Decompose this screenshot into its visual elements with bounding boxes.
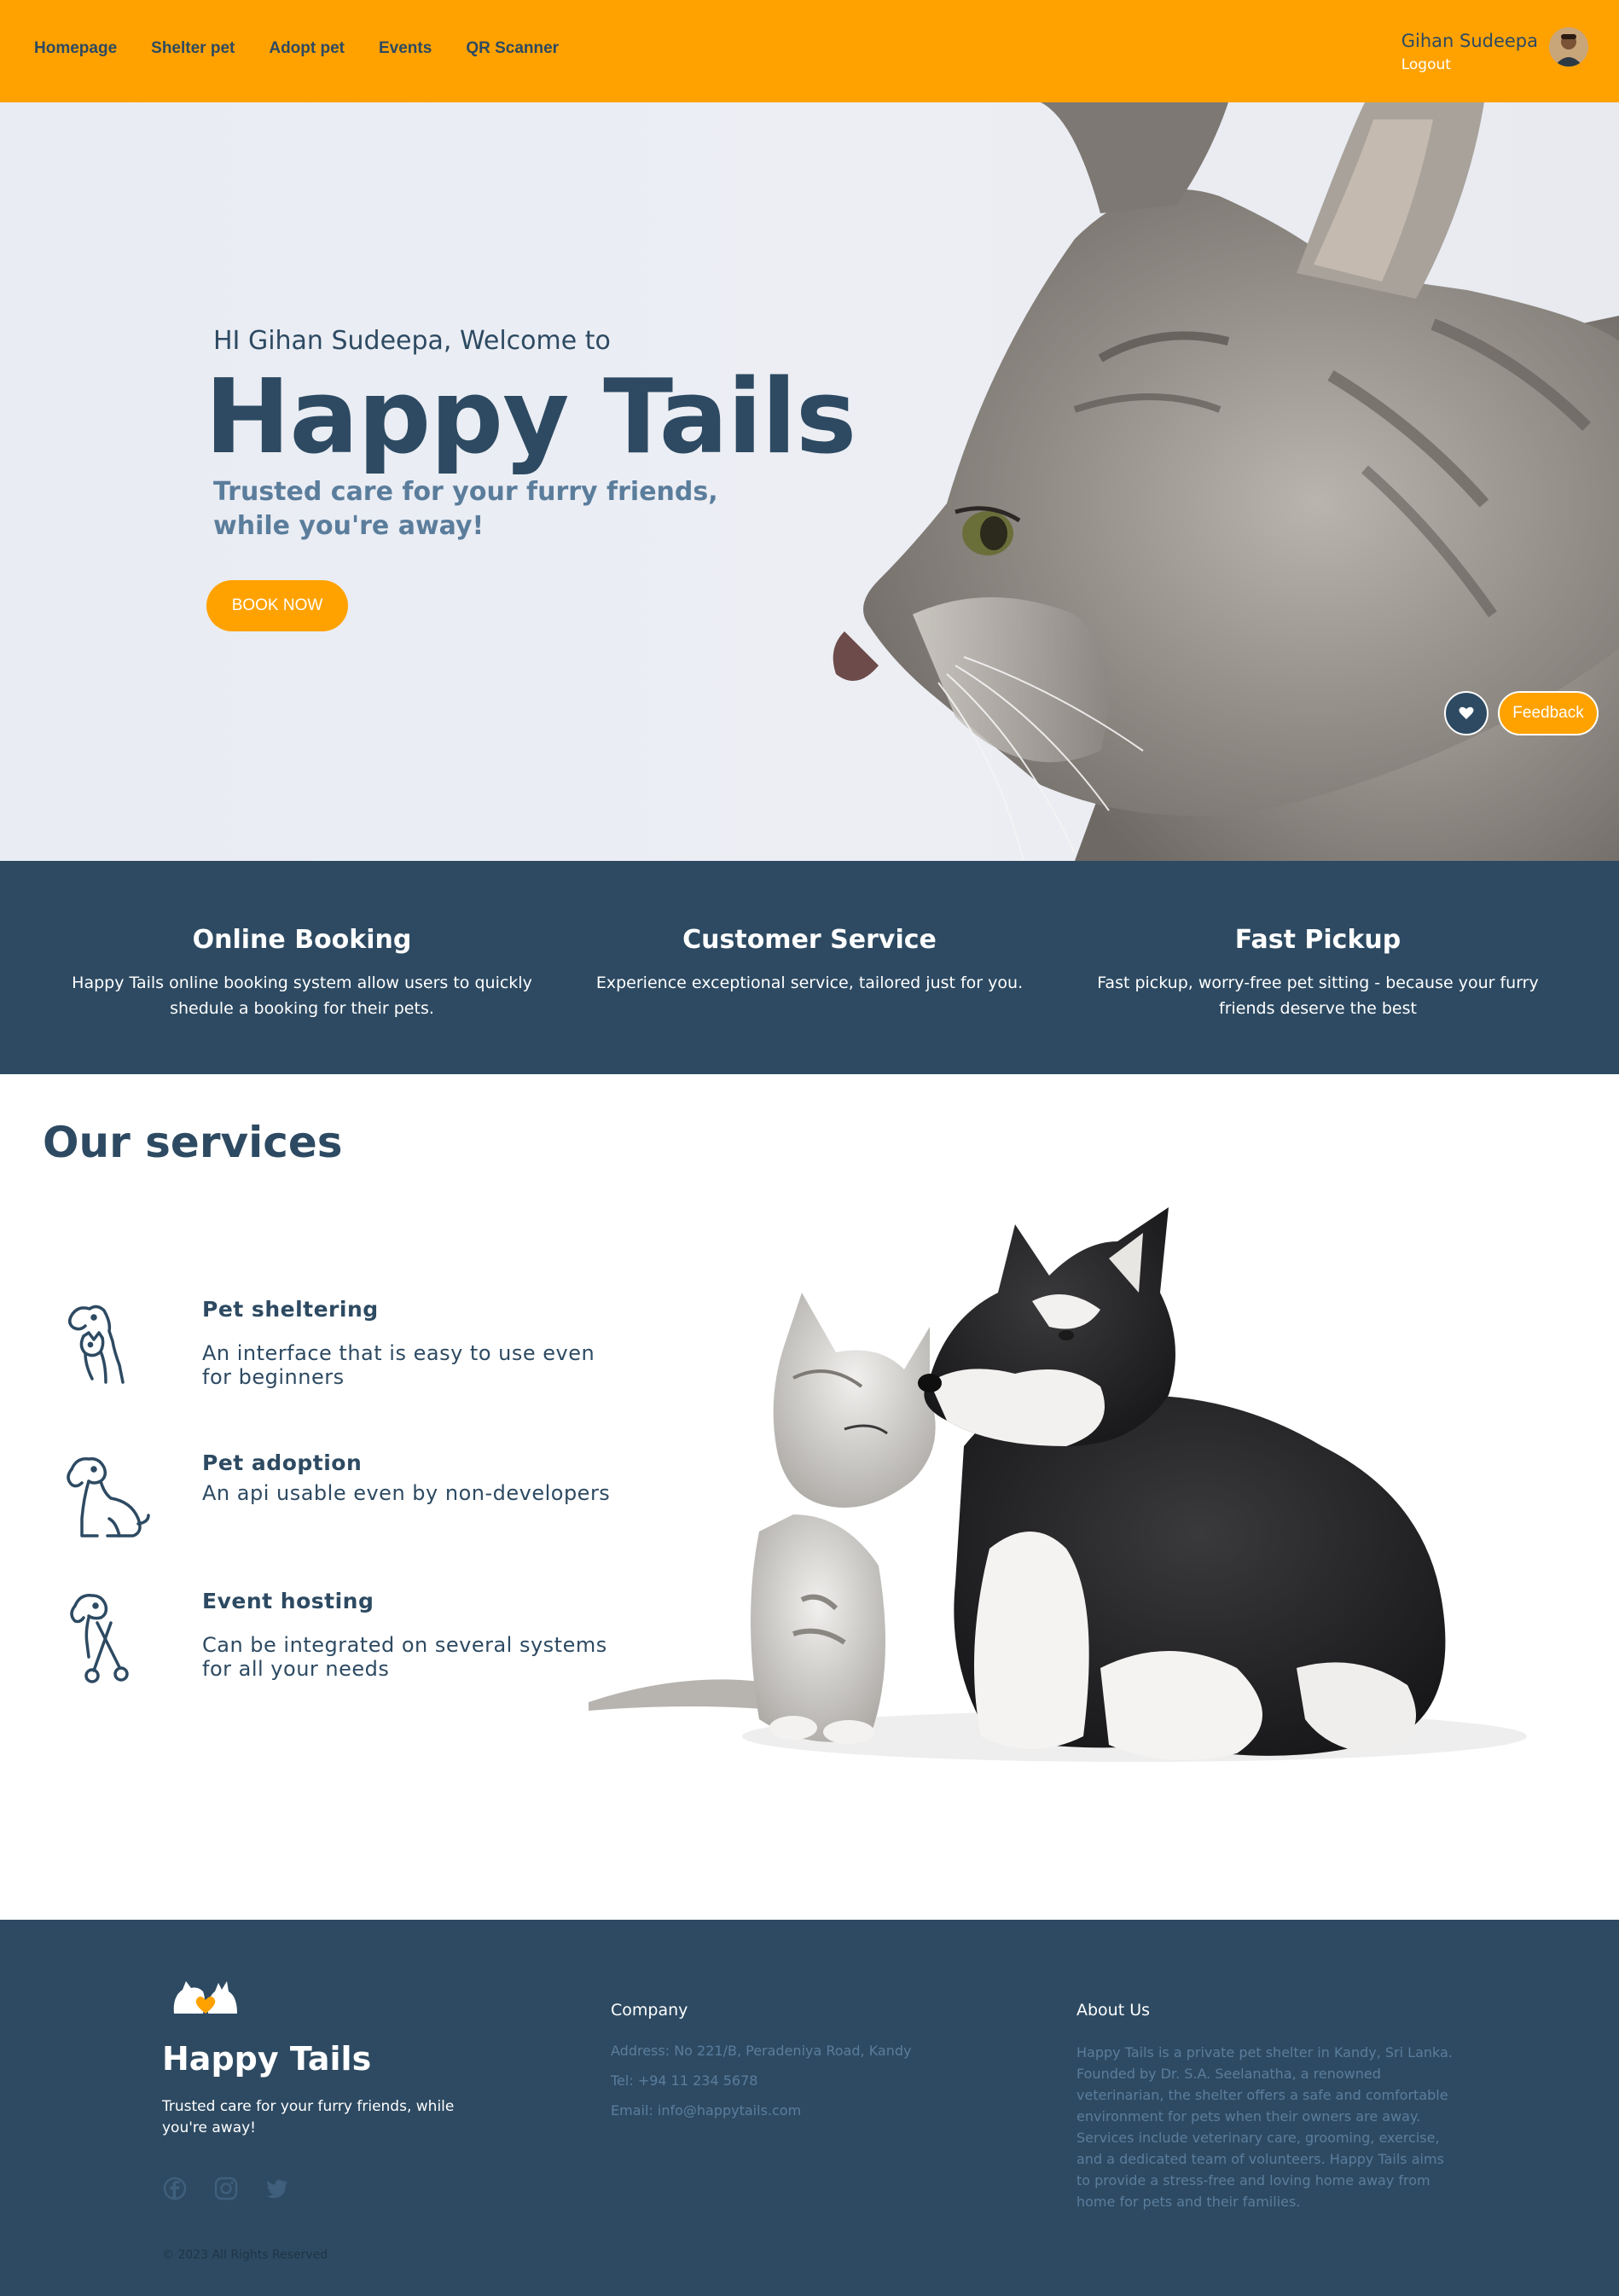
service-desc: An interface that is easy to use even fo…: [202, 1341, 595, 1389]
feature-title: Fast Pickup: [1234, 925, 1401, 955]
dog-grooming-icon: [70, 1594, 129, 1683]
nav-link-qr-scanner[interactable]: QR Scanner: [466, 39, 559, 58]
footer-brand: Happy Tails: [162, 2040, 372, 2078]
instagram-icon[interactable]: [213, 2176, 239, 2201]
heart-icon: [1459, 706, 1474, 719]
footer-about-title: About Us: [1076, 2001, 1151, 2020]
feature-title: Customer Service: [682, 925, 937, 955]
features-band: Online Booking Happy Tails online bookin…: [0, 861, 1619, 1074]
book-now-button[interactable]: BOOK NOW: [206, 580, 348, 631]
feature-text: Experience exceptional service, tailored…: [595, 974, 1024, 992]
avatar[interactable]: [1549, 27, 1588, 67]
footer-email[interactable]: Email: info@happytails.com: [611, 2102, 801, 2119]
feature-customer-service: Customer Service Experience exceptional …: [571, 925, 1048, 996]
user-name: Gihan Sudeepa: [1401, 31, 1538, 51]
hero-section: HI Gihan Sudeepa, Welcome to Happy Tails…: [0, 102, 1619, 861]
service-event-hosting: Event hosting Can be integrated on sever…: [60, 1589, 623, 1700]
favorite-button[interactable]: [1444, 691, 1488, 735]
footer-company-title: Company: [611, 2001, 688, 2020]
sitting-dog-icon: [67, 1456, 150, 1537]
nav-link-shelter-pet[interactable]: Shelter pet: [151, 39, 235, 58]
hero-title: Happy Tails: [205, 358, 856, 477]
service-title: Pet sheltering: [202, 1297, 379, 1322]
dog-cat-icon: [68, 1305, 125, 1384]
logout-link[interactable]: Logout: [1401, 56, 1538, 73]
kitten-and-puppy-image: [589, 1207, 1527, 1762]
feedback-button[interactable]: Feedback: [1498, 691, 1599, 735]
feature-text: Fast pickup, worry-free pet sitting - be…: [1097, 974, 1539, 1018]
service-title: Event hosting: [202, 1589, 374, 1613]
feature-fast-pickup: Fast Pickup Fast pickup, worry-free pet …: [1079, 925, 1557, 1021]
services-title: Our services: [43, 1118, 343, 1167]
cat-profile-image: [833, 102, 1619, 861]
hero-subtitle: Trusted care for your furry friends, whi…: [213, 477, 718, 541]
nav-link-homepage[interactable]: Homepage: [34, 39, 117, 58]
service-title: Pet adoption: [202, 1450, 363, 1475]
feature-online-booking: Online Booking Happy Tails online bookin…: [63, 925, 541, 1021]
nav-link-adopt-pet[interactable]: Adopt pet: [269, 39, 345, 58]
facebook-icon[interactable]: [162, 2176, 188, 2201]
hero-greeting: HI Gihan Sudeepa, Welcome to: [213, 326, 611, 356]
user-block: Gihan Sudeepa Logout: [1401, 31, 1538, 73]
footer: Happy Tails Trusted care for your furry …: [0, 1920, 1619, 2296]
footer-about-text: Happy Tails is a private pet shelter in …: [1076, 2044, 1453, 2210]
service-pet-sheltering: Pet sheltering An interface that is easy…: [60, 1297, 623, 1425]
happy-tails-logo: [173, 1981, 237, 2014]
footer-address: Address: No 221/B, Peradeniya Road, Kand…: [611, 2043, 912, 2059]
footer-tel[interactable]: Tel: +94 11 234 5678: [611, 2072, 757, 2089]
copyright: © 2023 All Rights Reserved: [162, 2248, 328, 2262]
nav-links: Homepage Shelter pet Adopt pet Events QR…: [34, 39, 593, 58]
nav-link-events[interactable]: Events: [379, 39, 432, 58]
top-navbar: Homepage Shelter pet Adopt pet Events QR…: [0, 0, 1619, 102]
feature-text: Happy Tails online booking system allow …: [72, 974, 532, 1018]
service-desc: Can be integrated on several systems for…: [202, 1633, 607, 1681]
service-pet-adoption: Pet adoption An api usable even by non-d…: [60, 1450, 623, 1561]
feature-title: Online Booking: [192, 925, 412, 955]
footer-tagline: Trusted care for your furry friends, whi…: [162, 2098, 455, 2136]
service-desc: An api usable even by non-developers: [202, 1481, 611, 1505]
twitter-icon[interactable]: [264, 2176, 290, 2201]
